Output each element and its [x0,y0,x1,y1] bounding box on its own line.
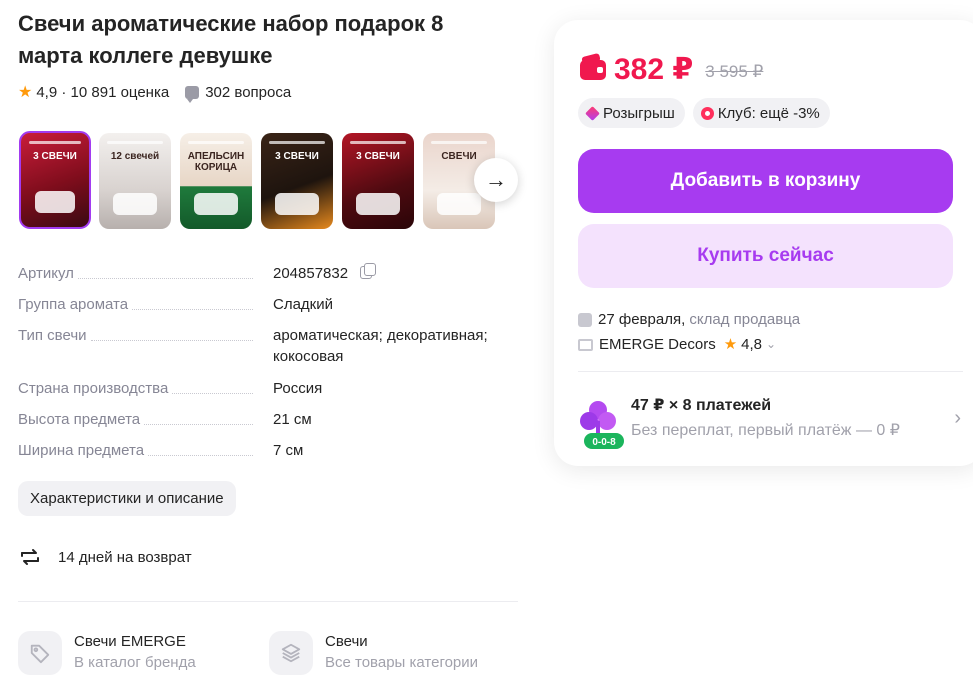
installment-badge: 0-0-8 [592,437,616,448]
return-text: 14 дней на возврат [58,548,192,566]
box-icon [578,312,592,327]
thumbnail[interactable]: 3 СВЕЧИ [261,133,333,229]
spec-key: Ширина предмета [18,440,149,461]
diamond-icon [585,105,600,121]
return-policy[interactable]: 14 дней на возврат [18,545,192,569]
brand-name: Свечи EMERGE [74,633,186,650]
rating-text: 4,9 · 10 891 оценка [36,83,170,101]
thumbnail[interactable]: 12 свечей [99,133,171,229]
thumb-line [269,141,325,144]
spec-key: Высота предмета [18,409,145,430]
spec-value: Сладкий [273,296,333,313]
questions-count: 302 вопроса [205,83,292,101]
spec-key: Страна производства [18,378,173,399]
copy-icon[interactable] [360,263,377,279]
club-icon [700,106,714,120]
product-title: Свечи ароматические набор подарок 8 март… [18,11,444,68]
thumb-line [107,141,163,144]
thumb-line [188,141,244,144]
installment-clover-icon: 0-0-8 [580,401,624,449]
candle-jar [113,193,157,215]
promo-chips: Розыгрыш Клуб: ещё -3% [578,98,830,128]
image-gallery: 3 СВЕЧИ 12 свечей АПЕЛЬСИН КОРИЦА 3 СВЕЧ… [18,131,518,229]
thumb-line [431,141,487,144]
candle-jar [35,191,75,213]
thumb-line [350,141,406,144]
current-price: 382 ₽ [614,53,694,86]
return-arrows-icon [21,549,39,565]
brand-catalog-link[interactable]: Свечи EMERGE В каталог бренда [18,631,196,675]
price-row: 382 ₽ 3 595 ₽ [580,52,763,87]
seller-rating: 4,8 [741,336,763,353]
add-to-cart-button[interactable]: Добавить в корзину [578,149,953,213]
star-icon: ★ [18,84,33,101]
delivery-row: 27 февраля, склад продавца [578,307,800,332]
candle-jar [356,193,400,215]
old-price: 3 595 ₽ [705,61,764,81]
delivery-source: склад продавца [689,311,801,328]
seller-name: EMERGE Decors [599,336,716,353]
chip-label: Клуб: ещё -3% [717,104,820,122]
shop-icon [578,338,593,351]
buy-panel: 382 ₽ 3 595 ₽ Розыгрыш Клуб: ещё -3% Доб… [554,20,973,466]
installment-title: 47 ₽ × 8 платежей [631,397,772,414]
seller-row[interactable]: EMERGE Decors ★ 4,8 ⌄ [578,332,800,357]
spec-value: ароматическая; декоративная; кокосовая [273,327,488,365]
divider [18,601,518,602]
wallet-icon [580,59,606,80]
thumb-caption: СВЕЧИ [441,151,477,162]
layers-icon [269,631,313,675]
rating-row[interactable]: ★ 4,9 · 10 891 оценка 302 вопроса [18,82,292,103]
chevron-right-icon: › [954,407,961,429]
club-chip[interactable]: Клуб: ещё -3% [692,98,830,128]
candle-jar [275,193,319,215]
installment-offer[interactable]: 0-0-8 47 ₽ × 8 платежей Без переплат, пе… [578,395,963,455]
spec-key: Тип свечи [18,325,91,346]
thumb-line [29,141,81,144]
article-number: 204857832 [273,265,349,282]
thumb-caption: АПЕЛЬСИН КОРИЦА [187,151,245,173]
thumbnail[interactable]: АПЕЛЬСИН КОРИЦА [180,133,252,229]
delivery-date: 27 февраля, [598,311,686,328]
delivery-info: 27 февраля, склад продавца EMERGE Decors… [578,307,800,357]
question-icon [185,85,200,103]
installment-subtitle: Без переплат, первый платёж — 0 ₽ [631,422,900,439]
thumb-caption: 3 СВЕЧИ [33,151,77,162]
star-icon: ★ [723,336,738,353]
buy-now-button[interactable]: Купить сейчас [578,224,953,288]
arrow-right-icon: → [485,167,507,192]
candle-jar [194,193,238,215]
thumb-caption: 12 свечей [110,151,160,162]
spec-value: Россия [273,380,323,397]
category-link[interactable]: Свечи Все товары категории [269,631,478,675]
chevron-down-icon: ⌄ [766,337,777,351]
thumb-caption: 3 СВЕЧИ [356,151,400,162]
thumb-caption: 3 СВЕЧИ [275,151,319,162]
brand-sub: В каталог бренда [74,654,196,671]
characteristics-button[interactable]: Характеристики и описание [18,481,236,516]
thumbnail[interactable]: 3 СВЕЧИ [342,133,414,229]
gallery-next-button[interactable]: → [474,158,518,202]
category-name: Свечи [325,633,368,650]
giveaway-chip[interactable]: Розыгрыш [578,98,685,128]
tag-icon [18,631,62,675]
candle-jar [437,193,481,215]
thumbnail[interactable]: 3 СВЕЧИ [19,131,91,229]
chip-label: Розыгрыш [603,104,675,122]
spec-value: 7 см [273,442,304,459]
spec-key: Артикул [18,263,78,284]
spec-value: 21 см [273,411,312,428]
spec-key: Группа аромата [18,294,133,315]
divider [578,371,963,372]
category-sub: Все товары категории [325,654,479,671]
